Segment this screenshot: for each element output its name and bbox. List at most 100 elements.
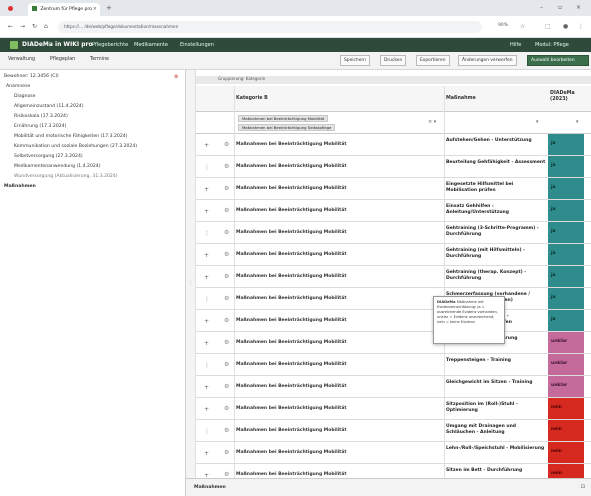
status-badge[interactable]: ja <box>548 266 584 287</box>
export-button[interactable]: Exportieren <box>416 55 450 66</box>
status-badge[interactable]: ja <box>548 178 584 199</box>
expand-row-icon[interactable]: + <box>204 384 209 391</box>
table-row[interactable]: ⋮ ⚙ Maßnahmen bei Beeinträchtigung Mobilit… <box>196 222 591 244</box>
maximize-icon[interactable]: ▫ <box>558 4 562 11</box>
zoom-level[interactable]: 90% <box>498 23 508 28</box>
status-badge[interactable]: unklar <box>548 332 584 353</box>
star-icon[interactable]: ☆ <box>520 23 525 30</box>
toolbar-pflegeplan[interactable]: Pflegeplan <box>50 57 75 62</box>
tree-item-medikamente[interactable]: Medikamentenanwendung (1.4.2024) <box>14 164 101 169</box>
filter-chip[interactable]: Maßnahmen bei Beeinträchtigung Mobilität <box>238 115 329 122</box>
discard-changes-button[interactable]: Änderungen verwerfen <box>458 55 517 66</box>
tree-item-risikoskala[interactable]: Risikoskala (17.3.2024) <box>14 114 68 119</box>
menu-einstellungen[interactable]: Einstellungen <box>180 42 214 48</box>
row-settings-icon[interactable]: ⚙ <box>224 471 229 478</box>
help-link[interactable]: Hilfe <box>510 42 521 48</box>
status-badge[interactable]: nein <box>548 442 584 463</box>
row-settings-icon[interactable]: ⚙ <box>224 317 229 324</box>
menu-pflegeberichte[interactable]: Pflegeberichte <box>92 42 128 48</box>
table-row[interactable]: + ⚙ Maßnahmen bei Beeinträchtigung Mobilit… <box>196 442 591 464</box>
filter-chip[interactable]: Maßnahmen bei Beeinträchtigung Selbstpfl… <box>238 124 336 131</box>
reload-icon[interactable]: ↻ <box>32 23 37 30</box>
tree-item-kommunikation[interactable]: Kommunikation und soziale Beziehungen (2… <box>14 144 137 149</box>
expand-row-icon[interactable]: + <box>204 450 209 457</box>
tree-item-allgemeinzustand[interactable]: Allgemeinzustand (11.4.2024) <box>14 104 84 109</box>
row-settings-icon[interactable]: ⚙ <box>224 339 229 346</box>
panel-splitter[interactable]: ⋮ <box>186 70 196 496</box>
close-window-icon[interactable] <box>8 6 13 11</box>
back-icon[interactable]: ← <box>8 23 13 30</box>
status-badge[interactable]: ja <box>548 222 584 243</box>
row-settings-icon[interactable]: ⚙ <box>224 251 229 258</box>
expand-row-icon[interactable]: + <box>204 252 209 259</box>
expand-row-icon[interactable]: + <box>204 142 209 149</box>
tree-item-diagnose[interactable]: Diagnose <box>14 94 36 99</box>
row-settings-icon[interactable]: ⚙ <box>224 361 229 368</box>
table-row[interactable]: + ⚙ Maßnahmen bei Beeinträchtigung Mobilit… <box>196 376 591 398</box>
minimize-icon[interactable]: – <box>540 4 543 11</box>
table-row[interactable]: + ⚙ Maßnahmen bei Beeinträchtigung Mobilit… <box>196 178 591 200</box>
module-link[interactable]: Modul: Pflege <box>535 42 569 48</box>
filter-dropdown-icon[interactable]: ▾ <box>576 119 579 125</box>
expand-row-icon[interactable]: + <box>204 406 209 413</box>
row-settings-icon[interactable]: ⚙ <box>224 273 229 280</box>
status-badge[interactable]: unklar <box>548 354 584 375</box>
column-header-category[interactable]: Kategorie B <box>236 96 268 101</box>
filter-clear-icon[interactable]: × ▾ <box>428 119 436 125</box>
row-settings-icon[interactable]: ⚙ <box>224 229 229 236</box>
row-settings-icon[interactable]: ⚙ <box>224 427 229 434</box>
table-row[interactable]: + ⚙ Maßnahmen bei Beeinträchtigung Mobilit… <box>196 134 591 156</box>
row-settings-icon[interactable]: ⚙ <box>224 163 229 170</box>
row-settings-icon[interactable]: ⚙ <box>224 383 229 390</box>
drag-handle-icon[interactable]: ⋮ <box>188 280 194 287</box>
expand-row-icon[interactable]: + <box>204 186 209 193</box>
tree-item-ernaehrung[interactable]: Ernährung (17.3.2024) <box>14 124 66 129</box>
table-row[interactable]: ⋮ ⚙ Maßnahmen bei Beeinträchtigung Mobilit… <box>196 354 591 376</box>
status-badge[interactable]: unklar <box>548 376 584 397</box>
expand-row-icon[interactable]: + <box>204 318 209 325</box>
table-row[interactable]: + ⚙ Maßnahmen bei Beeinträchtigung Mobilit… <box>196 332 591 354</box>
row-settings-icon[interactable]: ⚙ <box>224 141 229 148</box>
column-header-measure[interactable]: Maßnahme <box>446 96 476 101</box>
tree-item-wundversorgung[interactable]: Wundversorgung (Aktualisierung, 31.3.202… <box>14 174 118 179</box>
table-row[interactable]: + ⚙ Maßnahmen bei Beeinträchtigung Mobilit… <box>196 244 591 266</box>
tree-item-selbstversorgung[interactable]: Selbstversorgung (27.3.2024) <box>14 154 83 159</box>
row-settings-icon[interactable]: ⚙ <box>224 405 229 412</box>
table-row[interactable]: ⋮ ⚙ Maßnahmen bei Beeinträchtigung Mobilit… <box>196 156 591 178</box>
toolbar-termine[interactable]: Termine <box>90 57 109 62</box>
status-badge[interactable]: nein <box>548 398 584 419</box>
expand-row-icon[interactable]: ⋮ <box>204 296 210 303</box>
tree-item-massnahmen[interactable]: Maßnahmen <box>4 184 36 189</box>
tab-close-icon[interactable]: × <box>93 6 97 12</box>
row-settings-icon[interactable]: ⚙ <box>224 295 229 302</box>
row-settings-icon[interactable]: ⚙ <box>224 207 229 214</box>
print-button[interactable]: Drucken <box>380 55 407 66</box>
status-badge[interactable]: ja <box>548 310 584 331</box>
tree-item-anamnese[interactable]: Anamnese <box>6 84 30 89</box>
tree-close-icon[interactable]: ⊗ <box>174 74 178 80</box>
expand-row-icon[interactable]: ⋮ <box>204 230 210 237</box>
expand-row-icon[interactable]: + <box>204 274 209 281</box>
group-bar[interactable]: Gruppierung: Kategorie <box>196 76 591 84</box>
table-row[interactable]: ⋮ ⚙ Maßnahmen bei Beeinträchtigung Mobilit… <box>196 288 591 310</box>
status-badge[interactable]: ja <box>548 288 584 309</box>
status-badge[interactable]: ja <box>548 200 584 221</box>
filter-dropdown-icon[interactable]: ▾ <box>536 119 539 125</box>
tree-item-resident[interactable]: Bewohner: 12.3456 (CI) <box>4 74 59 79</box>
status-badge[interactable]: ja <box>548 244 584 265</box>
toolbar-verwaltung[interactable]: Verwaltung <box>8 57 35 62</box>
tree-item-mobilitaet[interactable]: Mobilität und motorische Fähigkeiten (17… <box>14 134 127 139</box>
expand-row-icon[interactable]: ⋮ <box>204 428 210 435</box>
url-field[interactable]: https://... /de/web/pflege/dokumentation… <box>58 21 482 33</box>
column-header-status[interactable]: DIADeMa (2023) <box>550 91 584 103</box>
expand-row-icon[interactable]: + <box>204 340 209 347</box>
table-row[interactable]: + ⚙ Maßnahmen bei Beeinträchtigung Mobilit… <box>196 310 591 332</box>
table-row[interactable]: ⋮ ⚙ Maßnahmen bei Beeinträchtigung Mobilit… <box>196 420 591 442</box>
table-row[interactable]: + ⚙ Maßnahmen bei Beeinträchtigung Mobilit… <box>196 266 591 288</box>
expand-row-icon[interactable]: ⋮ <box>204 362 210 369</box>
window-close-icon[interactable]: × <box>576 4 581 11</box>
forward-icon[interactable]: → <box>20 23 25 30</box>
menu-medikamente[interactable]: Medikamente <box>134 42 168 48</box>
status-badge[interactable]: nein <box>548 420 584 441</box>
browser-tab[interactable]: Zentrum für Pflege pro × <box>28 3 100 16</box>
